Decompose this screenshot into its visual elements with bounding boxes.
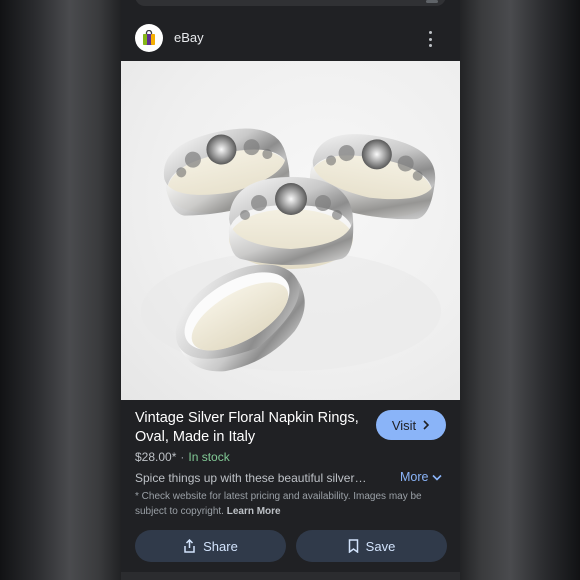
stock-status: In stock [188,450,230,464]
disclaimer: * Check website for latest pricing and a… [135,489,447,519]
save-label: Save [365,538,396,554]
source-name[interactable]: eBay [174,30,204,45]
bookmark-icon [348,539,358,553]
product-title[interactable]: Vintage Silver Floral Napkin Rings, Oval… [135,409,367,447]
share-button[interactable]: Share [135,530,286,562]
more-vert-icon[interactable] [422,30,438,48]
napkin-rings-photo [141,128,441,372]
chevron-right-icon [423,420,430,430]
ebay-bag-icon[interactable] [135,24,163,52]
search-bar-remnant [121,0,460,10]
result-panel: eBay Vintage Silver Floral Napkin Rings,… [121,0,460,580]
more-label: More [400,470,429,484]
search-bar-edge [426,0,438,3]
visit-button[interactable]: Visit [376,410,446,440]
product-info: Vintage Silver Floral Napkin Rings, Oval… [121,400,460,580]
separator-dot: · [180,450,185,464]
search-bar[interactable] [135,0,446,6]
bottom-divider [121,572,460,580]
share-label: Share [203,538,238,554]
product-image[interactable] [121,61,460,400]
visit-label: Visit [391,417,417,433]
source-header: eBay [121,16,460,61]
learn-more-link[interactable]: Learn More [227,506,281,517]
save-button[interactable]: Save [296,530,447,562]
share-icon [184,539,195,553]
more-button[interactable]: More [400,470,443,484]
product-description: Spice things up with these beautiful sil… [135,471,367,485]
price-row: $28.00* · In stock [135,450,230,464]
price: $28.00* [135,450,177,464]
chevron-down-icon [432,474,443,481]
